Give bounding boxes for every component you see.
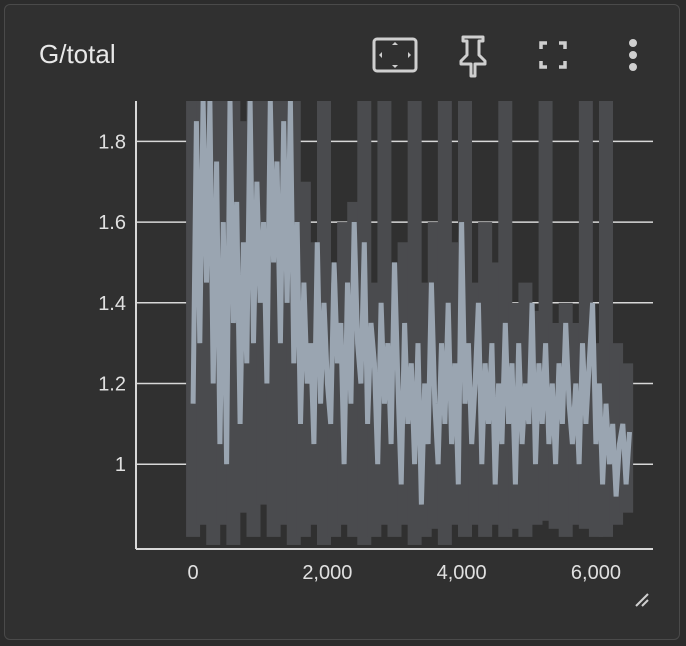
y-tick-label: 1.6 <box>98 212 126 234</box>
x-tick-label: 4,000 <box>437 562 487 584</box>
line-chart[interactable]: 1 1.2 1.4 1.6 1.8 0 2,000 4,000 6,000 <box>5 5 681 641</box>
y-tick-label: 1 <box>115 454 126 476</box>
resize-handle-icon[interactable] <box>633 591 651 609</box>
chart-card: G/total 1 1.2 1.4 1.6 1.8 0 2,000 4,000 … <box>4 4 680 640</box>
x-tick-label: 6,000 <box>571 562 621 584</box>
x-tick-label: 0 <box>188 562 199 584</box>
chart-area[interactable]: 1 1.2 1.4 1.6 1.8 0 2,000 4,000 6,000 <box>5 5 681 641</box>
y-tick-label: 1.2 <box>98 374 126 396</box>
x-tick-label: 2,000 <box>302 562 352 584</box>
y-tick-label: 1.8 <box>98 131 126 153</box>
y-tick-label: 1.4 <box>98 293 126 315</box>
